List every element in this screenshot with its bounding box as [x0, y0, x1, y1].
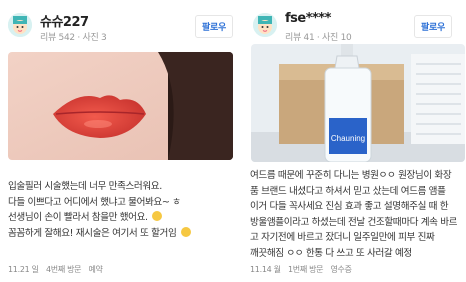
ampoule-photo[interactable]: Chauning	[251, 44, 465, 162]
author-meta: 리뷰 41 · 사진 10	[285, 33, 352, 43]
review-footer: 11.21 일 4번째 방문 예약	[8, 264, 108, 275]
review-line: 입술필러 시술했는데 너무 만족스러워요.	[8, 181, 162, 192]
avatar-icon[interactable]	[8, 13, 32, 37]
review-text: 여드름 때문에 꾸준히 다니는 병원ㅇㅇ 원장님이 화장 품 브랜드 내셨다고 …	[250, 168, 464, 261]
review-line: 꼼꼼하게 잘해요! 재시술은 여기서 또 할거임	[8, 226, 230, 242]
avatar-icon[interactable]	[253, 13, 277, 37]
review-footer: 11.14 월 1번째 방문 영수증	[250, 264, 357, 275]
review-line: 선생님이 손이 빨라서 참을만 했어요.	[8, 210, 230, 226]
lips-photo[interactable]	[8, 52, 233, 160]
review-card-right: fse**** 리뷰 41 · 사진 10 팔로우 Chauning 여드름 때…	[245, 0, 466, 282]
review-line: 품 브랜드 내셨다고 하셔서 믿고 샀는데 여드름 앰플	[250, 185, 446, 197]
visit-method: 예약	[88, 265, 103, 274]
follow-button[interactable]: 팔로우	[195, 15, 233, 38]
review-line: 고 자기전에 바르고 잤더니 일주일만에 피부 진짜	[250, 232, 435, 243]
review-line: 다들 이쁘다고 어디에서 했냐고 물어봐요~ ㅎ	[8, 196, 181, 208]
visit-date: 11.14 월	[250, 265, 281, 274]
visit-count: 1번째 방문	[287, 265, 324, 274]
review-header: 슈슈227 리뷰 542 · 사진 3 팔로우	[6, 8, 233, 44]
follow-button[interactable]: 팔로우	[414, 15, 452, 38]
review-card-left: 슈슈227 리뷰 542 · 사진 3 팔로우 입술필러 시술했는데 너무 만족…	[0, 0, 233, 282]
author-name[interactable]: fse****	[285, 11, 331, 26]
review-line: 깨끗해짐 ㅇㅇ 한통 다 쓰고 또 사러갈 예정	[250, 247, 412, 259]
review-text: 입술필러 시술했는데 너무 만족스러워요. 다들 이쁘다고 어디에서 했냐고 물…	[8, 179, 230, 241]
thumbs-up-emoji-icon	[181, 226, 192, 237]
author-name[interactable]: 슈슈227	[40, 11, 89, 30]
review-header: fse**** 리뷰 41 · 사진 10 팔로우	[251, 8, 466, 44]
author-meta: 리뷰 542 · 사진 3	[40, 33, 107, 43]
bottle-label: Chauning	[331, 134, 365, 143]
smile-emoji-icon	[152, 211, 163, 221]
review-line: 여드름 때문에 꾸준히 다니는 병원ㅇㅇ 원장님이 화장	[250, 170, 452, 181]
review-line: 방울앰플이라고 하셨는데 전날 건조할때마다 계속 바르	[250, 216, 458, 228]
visit-count: 4번째 방문	[45, 265, 82, 274]
review-line: 이거 다들 꼭사세요 진심 효과 좋고 설명해주실 때 한	[250, 201, 449, 212]
visit-date: 11.21 일	[8, 265, 39, 274]
visit-method: 영수증	[330, 265, 352, 274]
